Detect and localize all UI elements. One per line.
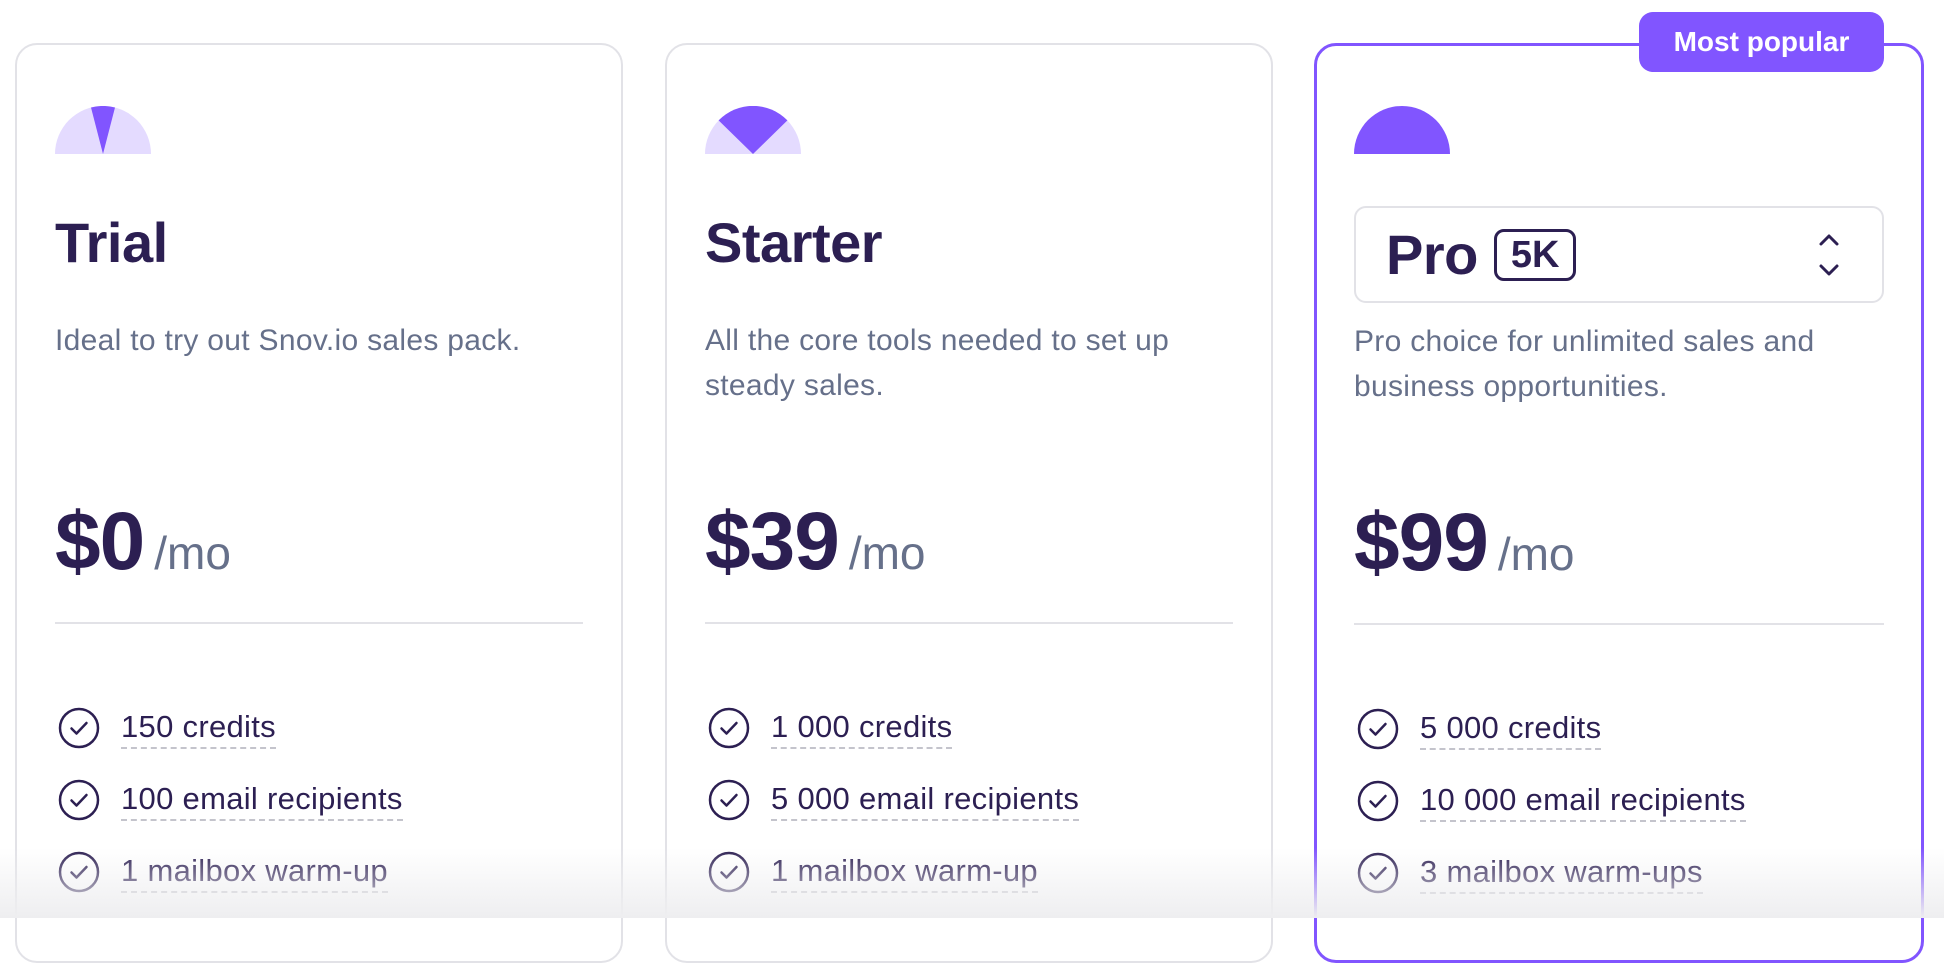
check-circle-icon: [1357, 708, 1399, 750]
check-circle-icon: [1357, 852, 1399, 894]
divider: [1354, 623, 1884, 625]
gauge-low-icon: [55, 106, 151, 154]
feature-item: 1 mailbox warm-up: [705, 836, 1079, 908]
plan-card-pro: Pro 5K Pro choice for unlimited sales an…: [1314, 43, 1924, 963]
gauge-full-icon: [1354, 106, 1450, 154]
feature-label[interactable]: 100 email recipients: [121, 780, 403, 821]
divider: [55, 622, 583, 624]
gauge-medium-icon: [705, 106, 801, 154]
feature-list: 1 000 credits 5 000 email recipients 1 m…: [705, 692, 1080, 908]
feature-label[interactable]: 1 mailbox warm-up: [771, 852, 1038, 893]
feature-item: 100 email recipients: [55, 764, 403, 836]
plan-tier-badge: 5K: [1493, 228, 1577, 281]
feature-item: 1 mailbox warm-up: [55, 836, 403, 908]
feature-label[interactable]: 1 000 credits: [771, 708, 953, 749]
price-amount: $39: [705, 496, 840, 587]
feature-label[interactable]: 5 000 credits: [1420, 709, 1602, 750]
divider: [705, 622, 1233, 624]
plan-description: Ideal to try out Snov.io sales pack.: [55, 324, 521, 357]
plan-card-starter: Starter All the core tools needed to set…: [665, 43, 1273, 963]
check-circle-icon: [708, 779, 750, 821]
plan-title: Trial: [55, 211, 168, 274]
chevron-up-down-icon[interactable]: [1818, 232, 1840, 278]
feature-item: 10 000 email recipients: [1354, 765, 1746, 837]
feature-label[interactable]: 5 000 email recipients: [771, 780, 1080, 821]
price-amount: $0: [55, 496, 145, 587]
plan-description: All the core tools needed to set up stea…: [705, 324, 1170, 402]
plan-title: Starter: [705, 211, 883, 274]
feature-item: 5 000 email recipients: [705, 764, 1080, 836]
feature-item: 5 000 credits: [1354, 693, 1746, 765]
feature-item: 3 mailbox warm-ups: [1354, 837, 1746, 909]
price-amount: $99: [1354, 497, 1489, 588]
feature-label[interactable]: 1 mailbox warm-up: [121, 852, 388, 893]
feature-item: 150 credits: [55, 692, 403, 764]
feature-label[interactable]: 3 mailbox warm-ups: [1420, 853, 1703, 894]
plan-description: Pro choice for unlimited sales and busin…: [1354, 325, 1815, 403]
price-period: /mo: [154, 527, 231, 579]
check-circle-icon: [58, 707, 100, 749]
check-circle-icon: [58, 779, 100, 821]
feature-list: 150 credits 100 email recipients 1 mailb…: [55, 692, 403, 908]
plan-tier-select[interactable]: Pro 5K: [1354, 206, 1884, 303]
check-circle-icon: [1357, 780, 1399, 822]
feature-label[interactable]: 10 000 email recipients: [1420, 781, 1746, 822]
check-circle-icon: [708, 707, 750, 749]
plan-price: $99/mo: [1354, 496, 1575, 590]
check-circle-icon: [708, 851, 750, 893]
price-period: /mo: [1497, 528, 1575, 580]
feature-item: 1 000 credits: [705, 692, 1079, 764]
plan-price: $39/mo: [705, 495, 926, 589]
plan-card-trial: Trial Ideal to try out Snov.io sales pac…: [15, 43, 623, 963]
check-circle-icon: [58, 851, 100, 893]
plan-title: Pro: [1386, 222, 1478, 286]
feature-label[interactable]: 150 credits: [121, 708, 276, 749]
feature-list: 5 000 credits 10 000 email recipients 3 …: [1354, 693, 1746, 909]
plan-price: $0/mo: [55, 495, 231, 589]
price-period: /mo: [848, 527, 926, 579]
most-popular-badge: Most popular: [1639, 12, 1884, 72]
